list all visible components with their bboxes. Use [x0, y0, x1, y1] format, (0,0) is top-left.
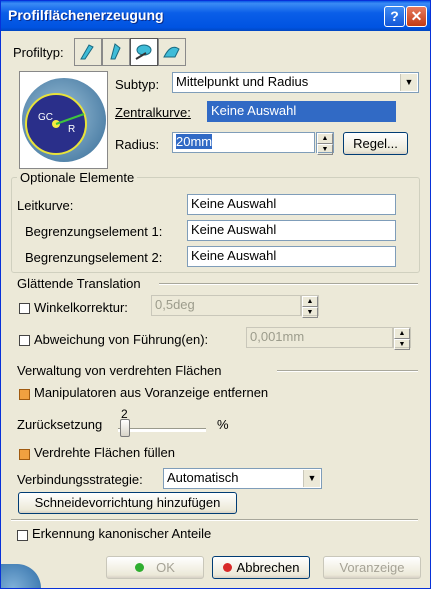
- spin-up-icon[interactable]: ▲: [317, 133, 333, 144]
- abweichung-input[interactable]: 0,001mm: [246, 327, 393, 348]
- radius-value: 20mm: [176, 134, 213, 149]
- dialog-window: Profilflächenerzeugung ? ✕ Profiltyp: GC…: [0, 0, 431, 589]
- strategie-combo[interactable]: Automatisch ▼: [163, 468, 322, 489]
- verwaltung-title: Verwaltung von verdrehten Flächen: [17, 363, 222, 378]
- subtyp-value: Mittelpunkt und Radius: [176, 74, 309, 89]
- begrenzung2-label: Begrenzungselement 2:: [25, 250, 163, 265]
- zentralkurve-label: Zentralkurve:: [115, 105, 191, 120]
- subtyp-label: Subtyp:: [115, 77, 160, 92]
- manipulatoren-checkbox[interactable]: [19, 389, 30, 400]
- leitkurve-field[interactable]: Keine Auswahl: [187, 194, 396, 215]
- schneidevorrichtung-button[interactable]: Schneidevorrichtung hinzufügen: [18, 492, 237, 514]
- verdreht-label: Verdrehte Flächen füllen: [34, 445, 175, 460]
- abweichung-spinner[interactable]: ▲ ▼: [393, 327, 411, 350]
- preview-button[interactable]: Voranzeige: [323, 556, 421, 579]
- winkel-checkbox[interactable]: [19, 303, 30, 314]
- zuruecksetzung-label: Zurücksetzung: [17, 417, 103, 432]
- spin-up-icon[interactable]: ▲: [302, 296, 318, 307]
- close-button[interactable]: ✕: [406, 6, 427, 27]
- profile-type-1-icon[interactable]: [74, 38, 102, 66]
- radius-spinner[interactable]: ▲ ▼: [316, 132, 334, 155]
- ok-button[interactable]: OK: [106, 556, 204, 579]
- profile-type-4-icon[interactable]: [158, 38, 186, 66]
- erkennung-label: Erkennung kanonischer Anteile: [32, 526, 212, 541]
- winkel-input[interactable]: 0,5deg: [151, 295, 301, 316]
- ok-icon: [135, 563, 145, 572]
- begrenzung2-value: Keine Auswahl: [191, 248, 277, 263]
- corner-logo-icon: [1, 564, 41, 588]
- verdreht-checkbox[interactable]: [19, 449, 30, 460]
- spin-up-icon[interactable]: ▲: [394, 328, 410, 339]
- abweichung-value: 0,001mm: [250, 329, 305, 344]
- window-title: Profilflächenerzeugung: [8, 7, 164, 23]
- glaettend-separator: [159, 283, 418, 285]
- diagram-gc-label: GC: [38, 112, 53, 123]
- spin-down-icon[interactable]: ▼: [317, 144, 333, 155]
- winkel-label: Winkelkorrektur:: [34, 300, 128, 315]
- zentralkurve-value: Keine Auswahl: [211, 103, 297, 118]
- zentralkurve-field[interactable]: Keine Auswahl: [207, 101, 396, 122]
- glaettend-title: Glättende Translation: [17, 276, 141, 291]
- subtyp-combo[interactable]: Mittelpunkt und Radius ▼: [172, 72, 419, 93]
- ok-label: OK: [156, 560, 175, 575]
- radius-label: Radius:: [115, 137, 160, 152]
- spin-down-icon[interactable]: ▼: [302, 307, 318, 318]
- begrenzung1-value: Keine Auswahl: [191, 222, 277, 237]
- chevron-down-icon[interactable]: ▼: [303, 470, 320, 487]
- zuruecksetzung-slider-thumb[interactable]: [120, 419, 130, 437]
- title-bar[interactable]: Profilflächenerzeugung ? ✕: [1, 1, 430, 31]
- profile-diagram: GC R: [19, 71, 108, 169]
- strategie-value: Automatisch: [167, 470, 239, 485]
- begrenzung1-label: Begrenzungselement 1:: [25, 224, 163, 239]
- winkel-spinner[interactable]: ▲ ▼: [301, 295, 319, 318]
- help-button[interactable]: ?: [384, 6, 405, 27]
- zuruecksetzung-unit: %: [217, 417, 229, 432]
- spin-down-icon[interactable]: ▼: [394, 339, 410, 350]
- zuruecksetzung-slider-track[interactable]: [118, 428, 206, 432]
- chevron-down-icon[interactable]: ▼: [400, 74, 417, 91]
- begrenzung1-field[interactable]: Keine Auswahl: [187, 220, 396, 241]
- abweichung-label: Abweichung von Führung(en):: [34, 332, 209, 347]
- cancel-label: Abbrechen: [236, 560, 300, 575]
- bottom-separator: [11, 519, 418, 521]
- radius-input[interactable]: 20mm: [172, 132, 315, 153]
- erkennung-checkbox[interactable]: [17, 530, 28, 541]
- leitkurve-value: Keine Auswahl: [191, 196, 277, 211]
- winkel-value: 0,5deg: [155, 297, 195, 312]
- strategie-label: Verbindungsstrategie:: [17, 472, 143, 487]
- profiltyp-label: Profiltyp:: [13, 45, 64, 60]
- abweichung-checkbox[interactable]: [19, 335, 30, 346]
- profile-type-2-icon[interactable]: [102, 38, 130, 66]
- manipulatoren-label: Manipulatoren aus Voranzeige entfernen: [34, 385, 269, 400]
- optional-elements-legend: Optionale Elemente: [17, 170, 138, 185]
- cancel-button[interactable]: Abbrechen: [212, 556, 310, 579]
- begrenzung2-field[interactable]: Keine Auswahl: [187, 246, 396, 267]
- law-button[interactable]: Regel...: [343, 132, 408, 155]
- diagram-r-label: R: [68, 124, 75, 135]
- verwaltung-separator: [277, 370, 418, 372]
- cancel-icon: [222, 563, 232, 572]
- leitkurve-label: Leitkurve:: [17, 198, 74, 213]
- profile-type-3-icon[interactable]: [130, 38, 158, 66]
